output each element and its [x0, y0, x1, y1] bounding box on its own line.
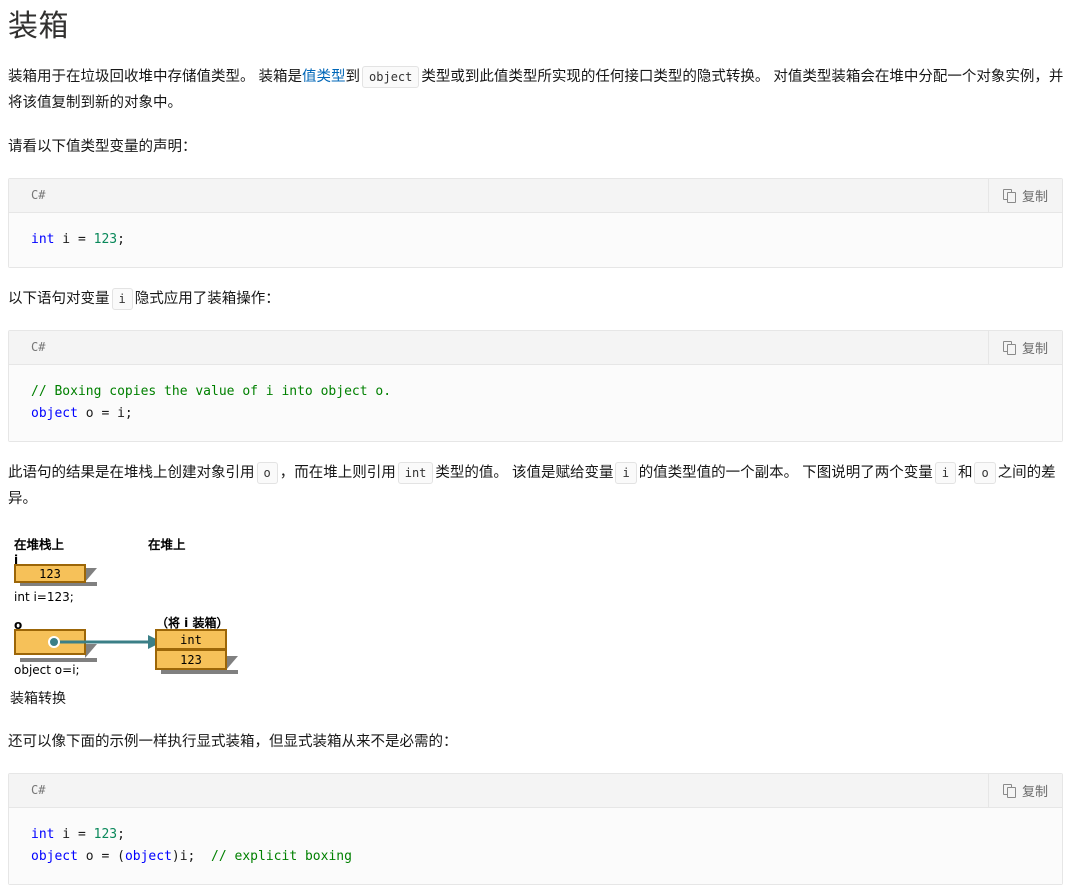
box-i-shadow-corner — [85, 568, 97, 582]
token-plain: o = i; — [77, 406, 133, 421]
intro-segment-2: 到 — [345, 69, 361, 85]
code-block-2-language: C# — [31, 340, 46, 354]
code-block-3: C# 复制 int i = 123; object o = (object)i;… — [8, 773, 1063, 885]
boxed-value-cell: 123 — [155, 649, 227, 670]
code-block-3-copy-button[interactable]: 复制 — [987, 774, 1062, 807]
inline-code-o-2: o — [974, 462, 996, 484]
code-block-2-body: // Boxing copies the value of i into obj… — [9, 365, 1062, 441]
declaration-paragraph: 请看以下值类型变量的声明： — [8, 139, 197, 155]
box-o-shadow-bottom — [20, 658, 97, 662]
inline-code-i: i — [615, 462, 637, 484]
code-block-2: C# 复制 // Boxing copies the value of i in… — [8, 330, 1063, 442]
code-block-3-body: int i = 123; object o = (object)i; // ex… — [9, 808, 1062, 884]
token-number: 123 — [93, 827, 118, 842]
diagram-heading-heap: 在堆上 — [148, 537, 186, 552]
result-segment-3: 类型的值。 该值是赋给变量 — [435, 465, 614, 481]
code-block-1: C# 复制 int i = 123; — [8, 178, 1063, 268]
intro-paragraph: 装箱用于在垃圾回收堆中存储值类型。 装箱是值类型到 object 类型或到此值类型所… — [8, 64, 1065, 116]
value-type-link[interactable]: 值类型 — [302, 69, 346, 85]
result-paragraph: 此语句的结果是在堆栈上创建对象引用 o ，而在堆上则引用 int 类型的值。 该值是赋给… — [8, 460, 1065, 512]
inline-code-object: object — [362, 66, 420, 88]
code-block-1-language: C# — [31, 188, 46, 202]
boxed-shadow-corner — [226, 656, 238, 670]
code-block-2-header: C# 复制 — [9, 331, 1062, 365]
result-segment-5: 和 — [957, 465, 973, 481]
result-segment-1: 此语句的结果是在堆栈上创建对象引用 — [8, 465, 255, 481]
token-keyword-object-cast: object — [124, 849, 172, 864]
token-number: 123 — [93, 232, 118, 247]
token-plain: i = — [54, 232, 94, 247]
code-block-1-header: C# 复制 — [9, 179, 1062, 213]
token-comment: // explicit boxing — [211, 849, 352, 864]
intro-segment-1: 装箱用于在垃圾回收堆中存储值类型。 装箱是 — [8, 69, 303, 85]
token-keyword-int: int — [31, 827, 55, 842]
code-block-3-copy-label: 复制 — [1021, 784, 1048, 799]
implicit-boxing-paragraph: 以下语句对变量 i 隐式应用了装箱操作： — [8, 286, 1065, 312]
article-page: 装箱 装箱用于在垃圾回收堆中存储值类型。 装箱是值类型到 object 类型或到此值… — [0, 0, 1073, 885]
boxing-conversion-diagram: 在堆栈上 在堆上 i 123 int i=123; o object o=i; … — [8, 530, 288, 715]
implicit-segment-1: 以下语句对变量 — [8, 291, 110, 307]
result-segment-4: 的值类型值的一个副本。 下图说明了两个变量 — [638, 465, 933, 481]
boxed-type-cell: int — [155, 629, 227, 650]
code-block-2-copy-button[interactable]: 复制 — [987, 331, 1062, 364]
token-keyword: object — [31, 406, 78, 421]
explicit-boxing-paragraph: 还可以像下面的示例一样执行显式装箱，但显式装箱从来不是必需的： — [8, 734, 458, 750]
diagram-caption-i: int i=123; — [14, 590, 74, 604]
diagram-figure-title: 装箱转换 — [10, 690, 66, 706]
token-plain-tail: ; — [117, 232, 125, 247]
code-block-1-body: int i = 123; — [9, 213, 1062, 267]
inline-code-i-2: i — [934, 462, 956, 484]
token-plain-1: i = — [54, 827, 94, 842]
token-keyword-object: object — [31, 849, 78, 864]
boxed-shadow-bottom — [161, 670, 238, 674]
copy-icon — [1002, 188, 1016, 203]
code-block-1-copy-button[interactable]: 复制 — [987, 179, 1062, 212]
copy-icon — [1002, 783, 1016, 798]
token-plain-4: )i; — [171, 849, 212, 864]
code-block-1-copy-label: 复制 — [1021, 189, 1048, 204]
inline-code-i: i — [111, 288, 133, 310]
inline-code-int: int — [397, 462, 434, 484]
token-plain-3: o = ( — [77, 849, 125, 864]
code-block-3-language: C# — [31, 783, 46, 797]
token-plain-2: ; — [117, 827, 125, 842]
diagram-heading-stack: 在堆栈上 — [14, 537, 65, 552]
inline-code-o: o — [256, 462, 278, 484]
result-segment-2: ，而在堆上则引用 — [279, 465, 396, 481]
box-i-value: 123 — [14, 564, 86, 583]
copy-icon — [1002, 340, 1016, 355]
token-comment: // Boxing copies the value of i into obj… — [31, 384, 392, 399]
implicit-segment-2: 隐式应用了装箱操作： — [134, 291, 280, 307]
diagram-caption-o: object o=i; — [14, 663, 80, 677]
code-block-2-copy-label: 复制 — [1021, 341, 1048, 356]
token-keyword: int — [31, 232, 55, 247]
page-title: 装箱 — [8, 10, 69, 43]
boxing-reference-arrow — [48, 635, 162, 649]
code-block-3-header: C# 复制 — [9, 774, 1062, 808]
